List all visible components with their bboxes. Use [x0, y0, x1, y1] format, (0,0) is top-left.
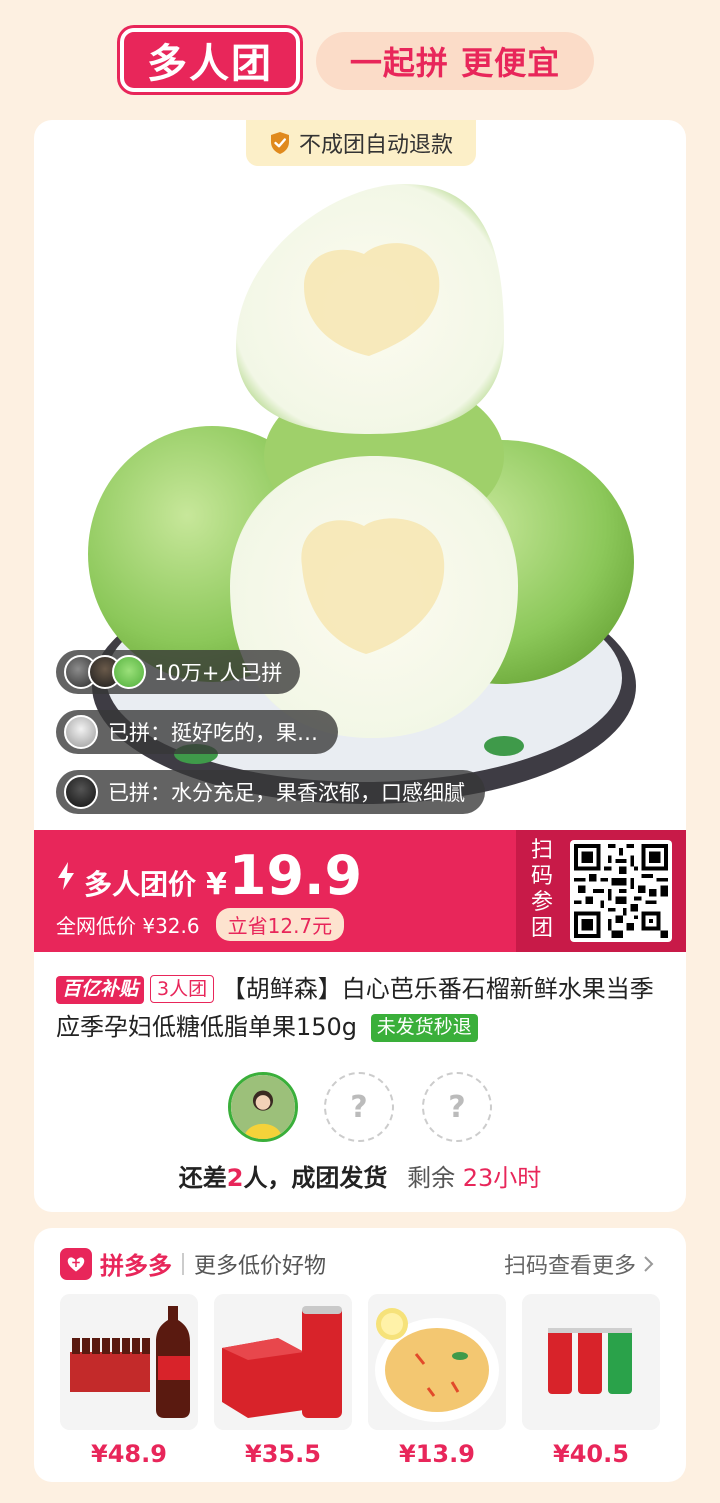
status-suffix: 人，成团发货 — [243, 1164, 388, 1192]
goods-item[interactable]: ¥35.5 — [214, 1294, 352, 1468]
bolt-icon — [58, 861, 74, 890]
goods-image[interactable] — [522, 1294, 660, 1430]
scan-label: 扫码参团 — [530, 838, 553, 941]
refund-guarantee-badge: 不成团自动退款 — [246, 120, 476, 166]
group-price-row: 多人团价 ¥ 19.9 — [56, 844, 362, 907]
goods-price: ¥48.9 — [91, 1440, 167, 1468]
group-status: 还差2人，成团发货 剩余 23小时 — [34, 1158, 686, 1193]
avatar — [231, 1075, 295, 1139]
remain-time: 23小时 — [462, 1164, 542, 1192]
empty-member-slot[interactable]: ? — [422, 1072, 492, 1142]
group-size-tag: 3人团 — [150, 975, 215, 1003]
view-more-text: 扫码查看更多 — [503, 1254, 636, 1279]
review-text: 已拼：水分充足，果香浓郁，口感细腻 — [108, 781, 465, 805]
product-title[interactable]: 百亿补贴 3人团 【胡鲜森】白心芭乐番石榴新鲜水果当季应季孕妇低糖低脂单果150g… — [56, 970, 668, 1046]
remain-label: 剩余 — [407, 1164, 456, 1192]
header: 多人团 一起拼 更便宜 — [0, 0, 720, 118]
goods-image[interactable] — [214, 1294, 352, 1430]
goods-image[interactable] — [368, 1294, 506, 1430]
goods-list: ¥48.9 ¥35.5 ¥13.9 ¥40.5 — [60, 1294, 660, 1468]
instant-refund-tag: 未发货秒退 — [370, 1014, 478, 1042]
lowest-price-row: 全网低价 ¥32.6 立省12.7元 — [56, 908, 345, 941]
missing-count: 2 — [226, 1164, 244, 1192]
lowest-price-text: 全网低价 ¥32.6 — [56, 914, 200, 938]
group-member-avatar — [228, 1072, 298, 1142]
shield-icon — [270, 132, 289, 154]
subsidy-tag: 百亿补贴 — [56, 976, 145, 1004]
more-goods-header: 拼多多 更多低价好物 — [60, 1246, 326, 1281]
empty-member-slot[interactable]: ? — [324, 1072, 394, 1142]
avatar — [64, 715, 98, 749]
qr-code[interactable] — [570, 840, 672, 942]
pinduoduo-logo-icon — [60, 1247, 92, 1280]
goods-item[interactable]: ¥40.5 — [522, 1294, 660, 1468]
slogan: 一起拼 更便宜 — [316, 32, 594, 90]
more-goods-subtitle: 更多低价好物 — [194, 1253, 327, 1279]
scan-view-more-link[interactable]: 扫码查看更多 — [504, 1248, 656, 1280]
product-card[interactable]: 不成团自动退款 10万+人已拼 已拼：挺好吃的，果… 已拼：水分充足，果香浓郁，… — [34, 120, 686, 1212]
status-prefix: 还差 — [178, 1164, 227, 1192]
currency-symbol: ¥ — [206, 867, 227, 902]
brand-name: 拼多多 — [100, 1252, 172, 1280]
goods-price: ¥13.9 — [399, 1440, 475, 1468]
scan-to-join[interactable]: 扫码参团 — [516, 830, 686, 952]
goods-item[interactable]: ¥13.9 — [368, 1294, 506, 1468]
goods-price: ¥35.5 — [245, 1440, 321, 1468]
chevron-right-icon — [644, 1256, 654, 1272]
joined-count-bubble: 10万+人已拼 — [56, 650, 301, 694]
review-bubble: 已拼：挺好吃的，果… — [56, 710, 338, 754]
group-price-value: 19.9 — [228, 844, 363, 907]
divider — [182, 1252, 184, 1275]
group-buy-logo: 多人团 — [120, 28, 300, 92]
more-goods-card: 拼多多 更多低价好物 扫码查看更多 ¥48.9 ¥35.5 ¥13.9 ¥40.… — [34, 1228, 686, 1482]
joined-count-text: 10万+人已拼 — [154, 661, 283, 685]
guarantee-text: 不成团自动退款 — [298, 133, 453, 158]
savings-badge: 立省12.7元 — [215, 908, 345, 941]
group-price-label: 多人团价 — [84, 868, 197, 901]
product-title-text: 【胡鲜森】白心芭乐番石榴新鲜水果当季应季孕妇低糖低脂单果150g — [56, 975, 654, 1041]
avatar-stack — [64, 655, 146, 689]
goods-item[interactable]: ¥48.9 — [60, 1294, 198, 1468]
price-bar: 多人团价 ¥ 19.9 全网低价 ¥32.6 立省12.7元 扫码参团 — [34, 830, 686, 952]
avatar — [64, 775, 98, 809]
goods-price: ¥40.5 — [553, 1440, 629, 1468]
review-bubble: 已拼：水分充足，果香浓郁，口感细腻 — [56, 770, 485, 814]
review-text: 已拼：挺好吃的，果… — [108, 721, 318, 745]
avatar — [112, 655, 146, 689]
goods-image[interactable] — [60, 1294, 198, 1430]
